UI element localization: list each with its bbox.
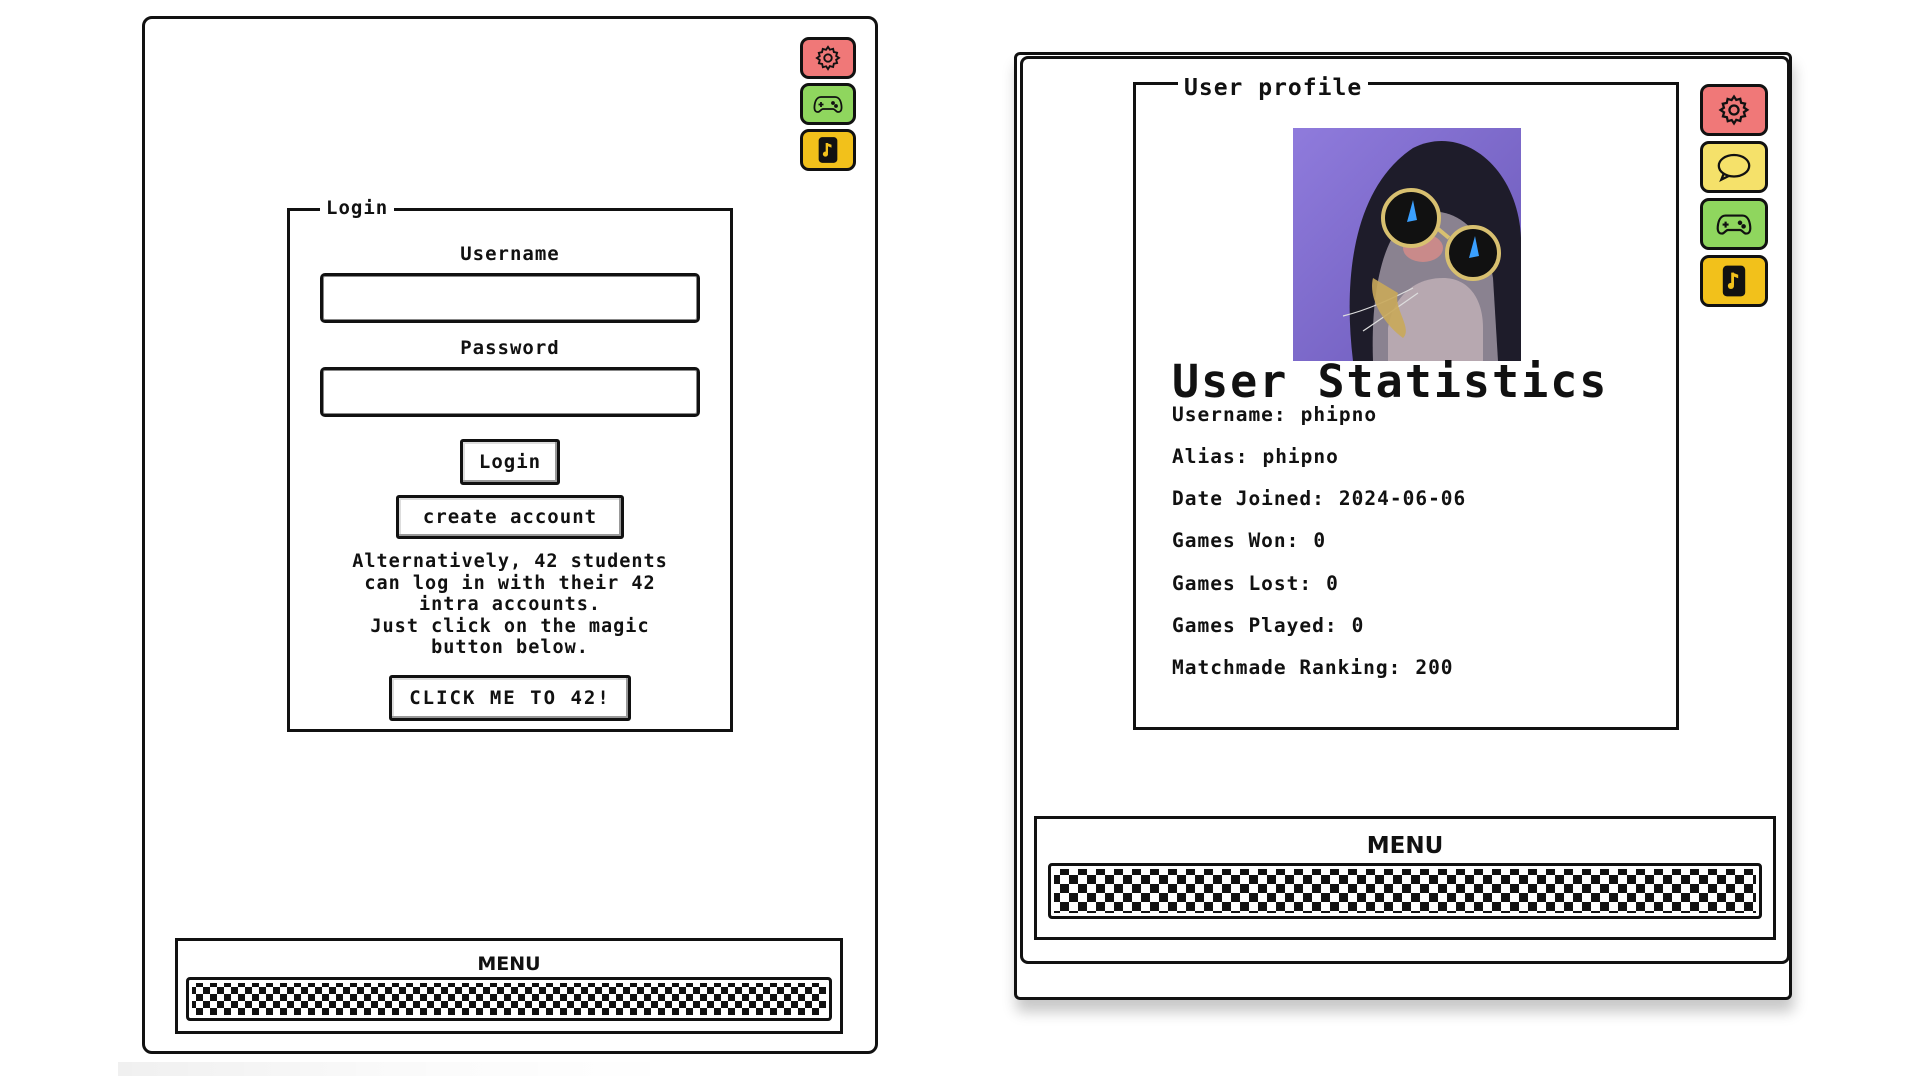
gamepad-icon (813, 96, 843, 113)
gamepad-icon (1716, 214, 1752, 235)
profile-menu-box[interactable]: MENU (1034, 816, 1776, 940)
stat-games-won: Games Won: 0 (1172, 529, 1326, 552)
username-label: Username (460, 243, 560, 265)
stat-label: Games Played: (1172, 614, 1338, 637)
stat-label: Username: (1172, 403, 1287, 426)
music-note-icon (818, 137, 838, 163)
music-button[interactable] (1700, 255, 1768, 307)
profile-side-icons (1700, 84, 1768, 312)
login-side-icons (800, 37, 856, 175)
stat-value: 0 (1351, 614, 1365, 637)
stat-label: Games Lost: (1172, 572, 1313, 595)
login-menu-box[interactable]: MENU (175, 938, 843, 1034)
stat-label: Matchmade Ranking: (1172, 656, 1402, 679)
stat-value: 0 (1326, 572, 1339, 595)
chat-button[interactable] (1700, 141, 1768, 193)
menu-label: MENU (1366, 833, 1444, 859)
stat-games-played: Games Played: 0 (1172, 614, 1364, 637)
stat-value: 200 (1415, 656, 1454, 679)
profile-panel: User profile User Statistics Username: p… (1133, 75, 1679, 730)
password-input[interactable] (320, 367, 700, 417)
login-panel-title: Login (320, 197, 395, 219)
chat-bubble-icon (1717, 153, 1751, 183)
stats-title: User Statistics (1172, 355, 1609, 408)
gear-icon (1718, 94, 1750, 126)
intra-login-note: Alternatively, 42 students can log in wi… (352, 551, 668, 658)
intra-login-button[interactable]: CLICK ME TO 42! (389, 674, 631, 721)
game-button[interactable] (1700, 198, 1768, 250)
stat-value: 2024-06-06 (1338, 487, 1467, 510)
window-shadow-strip (118, 1062, 678, 1076)
username-input[interactable] (320, 273, 700, 323)
login-button[interactable]: Login (460, 439, 560, 485)
game-button[interactable] (800, 83, 856, 125)
stat-date-joined: Date Joined: 2024-06-06 (1172, 487, 1466, 510)
stat-matchmade-ranking: Matchmade Ranking: 200 (1172, 656, 1454, 679)
menu-label: MENU (477, 953, 541, 975)
stat-label: Games Won: (1172, 529, 1300, 552)
settings-button[interactable] (800, 37, 856, 79)
stat-username: Username: phipno (1172, 403, 1377, 426)
music-button[interactable] (800, 129, 856, 171)
login-panel: Login Username Password Login create acc… (287, 197, 733, 732)
stat-games-lost: Games Lost: 0 (1172, 572, 1339, 595)
stat-value: 0 (1313, 529, 1327, 552)
avatar (1293, 128, 1521, 361)
gear-icon (815, 45, 841, 71)
stat-label: Alias: (1172, 445, 1249, 468)
stat-alias: Alias: phipno (1172, 445, 1339, 468)
menu-checker-bar[interactable] (186, 977, 832, 1021)
music-note-icon (1722, 265, 1746, 297)
password-label: Password (460, 337, 560, 359)
menu-checker-bar[interactable] (1048, 863, 1762, 919)
profile-panel-title: User profile (1178, 75, 1369, 101)
stage: Login Username Password Login create acc… (0, 0, 1920, 1080)
create-account-button[interactable]: create account (396, 495, 624, 539)
stat-value: phipno (1262, 445, 1339, 468)
settings-button[interactable] (1700, 84, 1768, 136)
avatar-image (1293, 128, 1521, 361)
stat-label: Date Joined: (1172, 487, 1325, 510)
stat-value: phipno (1300, 403, 1378, 426)
